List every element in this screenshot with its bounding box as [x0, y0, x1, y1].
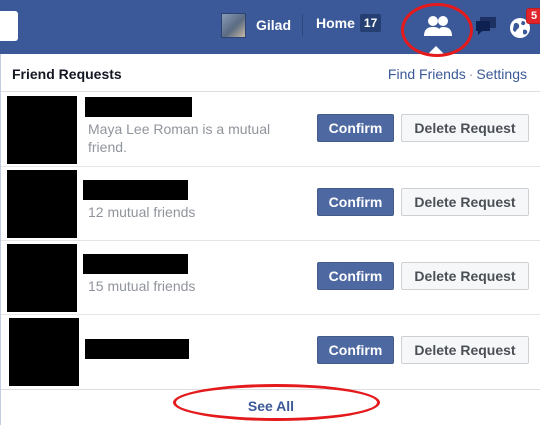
mutual-friends-text: 12 mutual friends [88, 204, 196, 220]
requester-name-redacted[interactable] [83, 180, 188, 200]
requester-photo[interactable] [7, 96, 77, 164]
home-label: Home [316, 15, 355, 31]
friend-requests-panel: Friend Requests Find Friends · Settings Ma… [0, 54, 540, 425]
link-separator: · [468, 66, 474, 82]
requester-name-redacted[interactable] [85, 339, 189, 359]
requester-photo[interactable] [9, 318, 79, 386]
annotation-circle-friend-requests [401, 3, 473, 57]
confirm-button[interactable]: Confirm [317, 188, 394, 216]
requester-photo[interactable] [7, 244, 77, 312]
confirm-button[interactable]: Confirm [317, 336, 394, 364]
messages-icon[interactable] [474, 13, 498, 37]
home-link[interactable]: Home 17 [316, 14, 382, 32]
delete-request-button[interactable]: Delete Request [401, 188, 529, 216]
notifications-count-badge: 5 [526, 8, 540, 24]
annotation-circle-see-all [173, 384, 380, 421]
profile-link[interactable]: Gilad [221, 12, 291, 38]
mutual-friends-text: 15 mutual friends [88, 278, 196, 294]
requester-name-redacted[interactable] [83, 254, 188, 274]
delete-request-button[interactable]: Delete Request [401, 336, 529, 364]
user-name: Gilad [256, 17, 292, 33]
friend-request-item: Maya Lee Roman is a mutual friend. Confi… [1, 93, 540, 167]
confirm-button[interactable]: Confirm [317, 262, 394, 290]
panel-links: Find Friends · Settings [388, 66, 527, 82]
mutual-friends-text: Maya Lee Roman is a mutual friend. [88, 121, 271, 155]
panel-header: Friend Requests Find Friends · Settings [1, 54, 540, 92]
home-count-badge: 17 [359, 14, 382, 32]
avatar [221, 12, 246, 38]
delete-request-button[interactable]: Delete Request [401, 114, 529, 142]
friend-request-item: 15 mutual friends Confirm Delete Request [1, 241, 540, 315]
friend-request-item: 12 mutual friends Confirm Delete Request [1, 167, 540, 241]
search-input[interactable] [0, 11, 18, 41]
requester-name-redacted[interactable] [85, 97, 192, 117]
requester-photo[interactable] [7, 170, 77, 238]
friend-request-item: Confirm Delete Request [1, 315, 540, 389]
settings-link[interactable]: Settings [476, 66, 527, 82]
find-friends-link[interactable]: Find Friends [388, 66, 466, 82]
delete-request-button[interactable]: Delete Request [401, 262, 529, 290]
confirm-button[interactable]: Confirm [317, 114, 394, 142]
nav-divider [302, 14, 303, 36]
panel-title: Friend Requests [12, 66, 122, 82]
